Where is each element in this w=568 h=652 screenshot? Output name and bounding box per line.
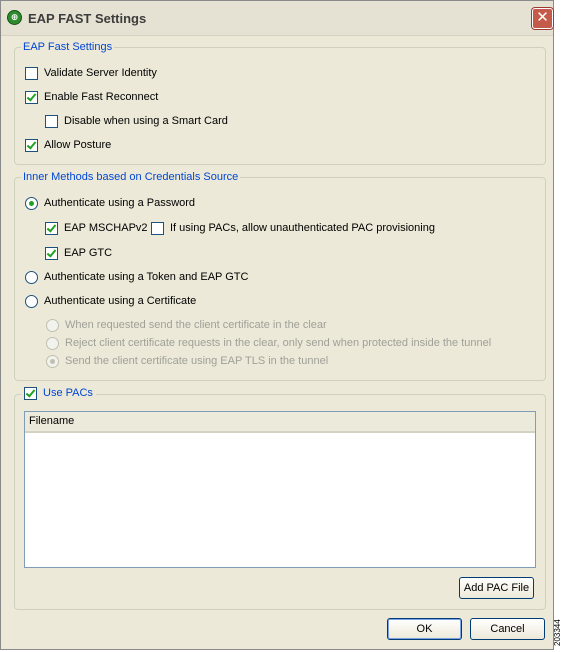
disable-smart-card-checkbox[interactable]: Disable when using a Smart Card	[45, 114, 228, 130]
cisco-app-icon: ⊕	[7, 10, 22, 25]
radio-disabled-icon	[46, 337, 59, 350]
checkbox-checked-icon[interactable]	[25, 91, 38, 104]
disable-smart-card-label: Disable when using a Smart Card	[64, 115, 228, 127]
cert-eap-tls-tunnel-radio: Send the client certificate using EAP TL…	[46, 354, 328, 370]
cert-send-clear-radio: When requested send the client certifica…	[46, 318, 327, 334]
unauth-pac-provisioning-label: If using PACs, allow unauthenticated PAC…	[170, 222, 435, 234]
auth-token-label: Authenticate using a Token and EAP GTC	[44, 271, 249, 283]
cert-eap-tls-tunnel-label: Send the client certificate using EAP TL…	[65, 355, 329, 367]
eap-mschapv2-checkbox[interactable]: EAP MSCHAPv2	[45, 221, 148, 237]
radio-selected-icon[interactable]	[25, 197, 38, 210]
enable-fast-reconnect-label: Enable Fast Reconnect	[44, 91, 159, 103]
cancel-button[interactable]: Cancel	[470, 618, 545, 640]
radio-disabled-selected-icon	[46, 355, 59, 368]
auth-certificate-label: Authenticate using a Certificate	[44, 295, 197, 307]
checkbox-unchecked-icon[interactable]	[25, 67, 38, 80]
checkbox-checked-icon[interactable]	[25, 139, 38, 152]
close-button[interactable]: ✕	[532, 8, 553, 29]
checkbox-checked-icon[interactable]	[45, 247, 58, 260]
auth-certificate-radio[interactable]: Authenticate using a Certificate	[25, 294, 196, 310]
radio-disabled-icon	[46, 319, 59, 332]
allow-posture-label: Allow Posture	[44, 139, 112, 151]
radio-unselected-icon[interactable]	[25, 295, 38, 308]
checkbox-unchecked-icon[interactable]	[151, 222, 164, 235]
radio-unselected-icon[interactable]	[25, 271, 38, 284]
add-pac-file-button[interactable]: Add PAC File	[459, 577, 534, 599]
use-pacs-label: Use PACs	[43, 387, 93, 399]
validate-server-identity-label: Validate Server Identity	[44, 67, 157, 79]
window-title: EAP FAST Settings	[28, 11, 147, 26]
auth-password-radio[interactable]: Authenticate using a Password	[25, 196, 195, 212]
pac-file-list[interactable]: Filename	[24, 411, 536, 568]
inner-methods-legend: Inner Methods based on Credentials Sourc…	[23, 171, 239, 183]
filename-column-header[interactable]: Filename	[25, 412, 535, 433]
figure-number: 203344	[553, 619, 562, 646]
cert-reject-clear-label: Reject client certificate requests in th…	[65, 337, 492, 349]
cert-send-clear-label: When requested send the client certifica…	[65, 319, 327, 331]
checkbox-checked-icon[interactable]	[45, 222, 58, 235]
checkbox-checked-icon[interactable]	[24, 387, 37, 400]
auth-token-radio[interactable]: Authenticate using a Token and EAP GTC	[25, 270, 248, 286]
eap-gtc-label: EAP GTC	[64, 247, 113, 259]
eap-mschapv2-label: EAP MSCHAPv2	[64, 222, 148, 234]
dialog-window: ⊕ EAP FAST Settings ✕ EAP Fast Settings …	[0, 0, 554, 650]
checkbox-unchecked-icon[interactable]	[45, 115, 58, 128]
ok-button[interactable]: OK	[387, 618, 462, 640]
cert-reject-clear-radio: Reject client certificate requests in th…	[46, 336, 491, 352]
validate-server-identity-checkbox[interactable]: Validate Server Identity	[25, 66, 157, 82]
auth-password-label: Authenticate using a Password	[44, 197, 196, 209]
use-pacs-checkbox[interactable]: Use PACs	[21, 386, 96, 402]
eap-fast-settings-legend: EAP Fast Settings	[23, 41, 113, 53]
allow-posture-checkbox[interactable]: Allow Posture	[25, 138, 111, 154]
title-bar[interactable]: ⊕ EAP FAST Settings ✕	[1, 1, 553, 36]
eap-gtc-checkbox[interactable]: EAP GTC	[45, 246, 112, 262]
unauth-pac-provisioning-checkbox[interactable]: If using PACs, allow unauthenticated PAC…	[151, 221, 435, 237]
enable-fast-reconnect-checkbox[interactable]: Enable Fast Reconnect	[25, 90, 158, 106]
